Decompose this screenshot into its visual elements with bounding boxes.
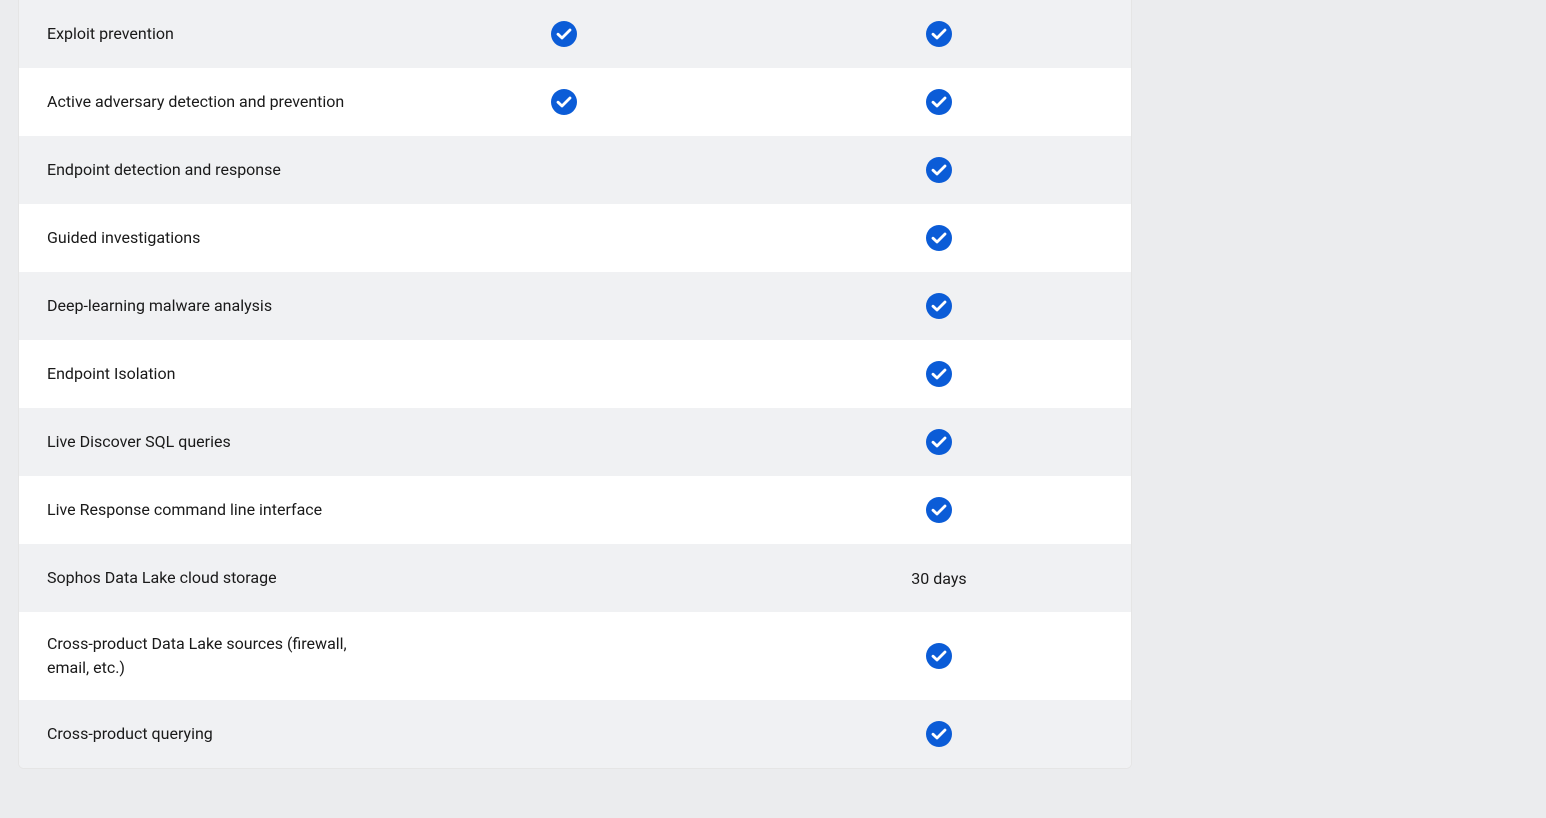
col2-text-value: 30 days: [911, 569, 966, 588]
table-row: Endpoint detection and response: [19, 136, 1131, 204]
plan-column-2-cell: [749, 721, 1129, 747]
table-row: Guided investigations: [19, 204, 1131, 272]
table-row: Active adversary detection and preventio…: [19, 68, 1131, 136]
plan-column-2-cell: [749, 21, 1129, 47]
feature-label: Cross-product querying: [19, 722, 379, 746]
feature-label: Exploit prevention: [19, 22, 379, 46]
feature-label: Live Response command line interface: [19, 498, 379, 522]
table-row: Deep-learning malware analysis: [19, 272, 1131, 340]
check-icon: [926, 89, 952, 115]
check-icon: [551, 21, 577, 47]
plan-column-2-cell: [749, 429, 1129, 455]
table-row: Cross-product querying: [19, 700, 1131, 768]
feature-label: Guided investigations: [19, 226, 379, 250]
table-row: Live Discover SQL queries: [19, 408, 1131, 476]
plan-column-2-cell: 30 days: [749, 569, 1129, 588]
plan-column-2-cell: [749, 157, 1129, 183]
plan-column-1-cell: [379, 89, 749, 115]
feature-label: Endpoint Isolation: [19, 362, 379, 386]
plan-column-2-cell: [749, 225, 1129, 251]
feature-label: Endpoint detection and response: [19, 158, 379, 182]
plan-column-2-cell: [749, 643, 1129, 669]
table-row: Cross-product Data Lake sources (firewal…: [19, 612, 1131, 700]
plan-column-2-cell: [749, 361, 1129, 387]
plan-column-1-cell: [379, 21, 749, 47]
check-icon: [926, 361, 952, 387]
plan-column-2-cell: [749, 497, 1129, 523]
table-row: Live Response command line interface: [19, 476, 1131, 544]
check-icon: [551, 89, 577, 115]
feature-label: Active adversary detection and preventio…: [19, 90, 379, 114]
check-icon: [926, 497, 952, 523]
check-icon: [926, 21, 952, 47]
table-row: Sophos Data Lake cloud storage 30 days: [19, 544, 1131, 612]
plan-column-2-cell: [749, 89, 1129, 115]
feature-label: Deep-learning malware analysis: [19, 294, 379, 318]
check-icon: [926, 429, 952, 455]
table-row: Exploit prevention: [19, 0, 1131, 68]
check-icon: [926, 721, 952, 747]
check-icon: [926, 293, 952, 319]
feature-label: Live Discover SQL queries: [19, 430, 379, 454]
plan-column-2-cell: [749, 293, 1129, 319]
feature-label: Cross-product Data Lake sources (firewal…: [19, 632, 379, 680]
feature-label: Sophos Data Lake cloud storage: [19, 566, 379, 590]
table-row: Endpoint Isolation: [19, 340, 1131, 408]
feature-comparison-table: Exploit prevention Active adversary detec…: [18, 0, 1132, 769]
check-icon: [926, 157, 952, 183]
check-icon: [926, 643, 952, 669]
check-icon: [926, 225, 952, 251]
